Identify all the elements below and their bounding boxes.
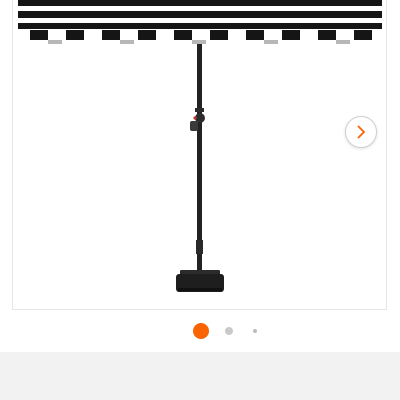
product-page (0, 0, 400, 400)
umbrella-canopy (18, 0, 382, 44)
umbrella-base (176, 270, 224, 292)
section-divider-band (0, 352, 400, 400)
umbrella-pole (195, 44, 204, 276)
chevron-right-icon (357, 125, 365, 139)
carousel-dot-3[interactable] (253, 329, 257, 333)
carousel-dot-1[interactable] (193, 323, 209, 339)
crank-handle (190, 113, 205, 131)
carousel-dots (0, 322, 400, 340)
product-image-gallery (0, 0, 400, 352)
next-image-button[interactable] (345, 116, 377, 148)
product-image[interactable] (0, 0, 400, 310)
carousel-dot-2[interactable] (225, 327, 233, 335)
